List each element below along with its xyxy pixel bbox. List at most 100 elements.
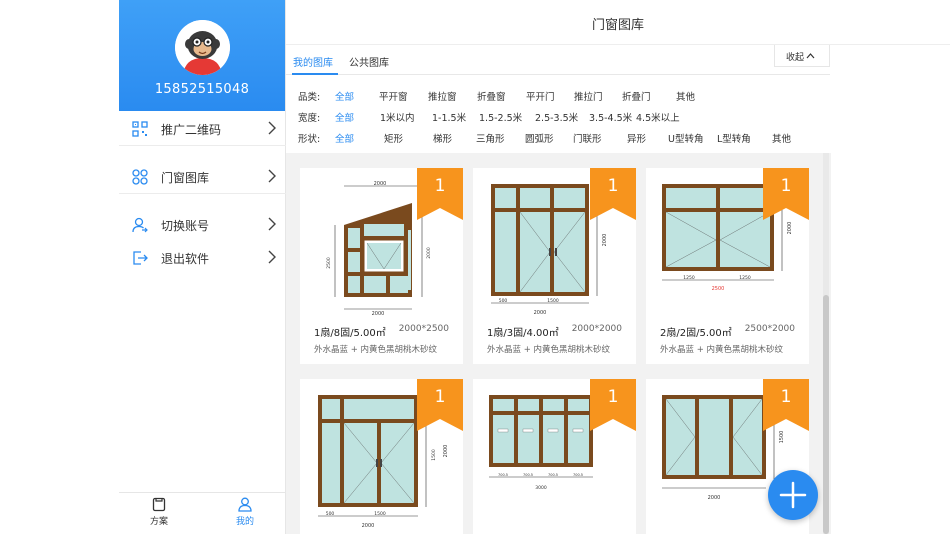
filter-option[interactable]: 门联形 bbox=[573, 131, 602, 145]
gallery-card[interactable]: 1250 1250 2500 2000 1 2扇/2固/5.00㎡ 2500*2… bbox=[646, 168, 809, 364]
filter-option-all[interactable]: 全部 bbox=[335, 110, 354, 124]
filter-option[interactable]: 其他 bbox=[772, 131, 791, 145]
filter-option[interactable]: 圆弧形 bbox=[525, 131, 554, 145]
dim-label: 700.5 bbox=[523, 473, 533, 477]
count-badge: 1 bbox=[417, 379, 463, 431]
filter-option[interactable]: 异形 bbox=[627, 131, 646, 145]
nav-tab-plan[interactable]: 方案 bbox=[129, 497, 189, 527]
qr-code-icon bbox=[132, 121, 148, 137]
dim-label: 500 bbox=[326, 511, 335, 517]
filter-option-all[interactable]: 全部 bbox=[335, 131, 354, 145]
menu-item-logout[interactable]: 退出软件 bbox=[119, 243, 285, 273]
filter-option[interactable]: 梯形 bbox=[433, 131, 452, 145]
dim-label: 2000 bbox=[374, 181, 387, 187]
count-badge-number: 1 bbox=[780, 387, 792, 407]
filter-option[interactable]: 4.5米以上 bbox=[636, 110, 680, 124]
gallery-card[interactable]: 2000 2500 2000 2000 1 1扇/8固/5.00㎡ 2000*2… bbox=[300, 168, 463, 364]
dim-label: 700.5 bbox=[498, 473, 508, 477]
card-size: 2500*2000 bbox=[744, 324, 795, 334]
filter-option[interactable]: 推拉窗 bbox=[428, 89, 457, 103]
gallery-grid: 2000 2500 2000 2000 1 1扇/8固/5.00㎡ 2000*2… bbox=[286, 153, 831, 534]
collapse-button[interactable]: 收起 bbox=[774, 45, 830, 67]
count-badge: 1 bbox=[763, 379, 809, 431]
dim-label: 2500 bbox=[326, 257, 332, 269]
menu-label-logout: 退出软件 bbox=[161, 252, 210, 266]
filter-label-category: 品类: bbox=[298, 92, 321, 103]
phone-number: 15852515048 bbox=[154, 82, 250, 97]
gallery-card[interactable]: 700.5 700.5 700.5 700.5 3000 1 bbox=[473, 379, 636, 534]
dim-label: 2000 bbox=[372, 311, 385, 317]
dim-label: 500 bbox=[499, 298, 508, 304]
card-description: 外水晶蓝 + 内黄色黑胡桃木砂纹 bbox=[660, 345, 784, 355]
nav-label-plan: 方案 bbox=[149, 517, 168, 527]
filter-option[interactable]: U型转角 bbox=[668, 131, 703, 145]
filter-option-all[interactable]: 全部 bbox=[335, 89, 354, 103]
chevron-right-icon bbox=[268, 169, 276, 183]
avatar[interactable] bbox=[175, 20, 230, 75]
dim-label: 2000 bbox=[362, 523, 375, 529]
title-bar: 门窗图库 bbox=[286, 0, 950, 45]
menu-label-qr-code: 推广二维码 bbox=[161, 123, 222, 137]
filter-option[interactable]: 其他 bbox=[676, 89, 695, 103]
tab-my-library[interactable]: 我的图库 bbox=[293, 54, 333, 69]
collapse-label: 收起 bbox=[786, 53, 805, 63]
plus-icon bbox=[779, 481, 807, 509]
menu-item-qr-code[interactable]: 推广二维码 bbox=[119, 114, 285, 144]
card-description: 外水晶蓝 + 内黄色黑胡桃木砂纹 bbox=[314, 345, 438, 355]
dim-label: 2000 bbox=[708, 495, 721, 501]
card-size: 2000*2500 bbox=[398, 324, 449, 334]
gallery-icon bbox=[132, 169, 148, 185]
nav-label-mine: 我的 bbox=[235, 517, 254, 527]
filter-option[interactable]: 1-1.5米 bbox=[432, 110, 466, 124]
gallery-card[interactable]: 500 1500 2000 2000 1 1扇/3固/4.00㎡ 2000*20… bbox=[473, 168, 636, 364]
scrollbar-thumb[interactable] bbox=[823, 295, 829, 534]
chevron-right-icon bbox=[268, 121, 276, 135]
count-badge: 1 bbox=[590, 379, 636, 431]
filter-option[interactable]: 1米以内 bbox=[380, 110, 415, 124]
card-size: 2000*2000 bbox=[571, 324, 622, 334]
gallery-card[interactable]: 500 1500 2000 1500 2000 1 bbox=[300, 379, 463, 534]
filter-option[interactable]: 矩形 bbox=[384, 131, 403, 145]
filter-label-shape: 形状: bbox=[298, 134, 321, 145]
card-description: 外水晶蓝 + 内黄色黑胡桃木砂纹 bbox=[487, 345, 611, 355]
menu-item-switch-account[interactable]: 切换账号 bbox=[119, 210, 285, 240]
logout-icon bbox=[133, 251, 148, 265]
dim-label: 1250 bbox=[739, 275, 751, 281]
dim-label: 1500 bbox=[374, 511, 386, 517]
add-button[interactable] bbox=[768, 470, 818, 520]
active-tab-indicator bbox=[292, 73, 338, 75]
count-badge-number: 1 bbox=[434, 176, 446, 196]
chevron-right-icon bbox=[268, 250, 276, 264]
count-badge: 1 bbox=[763, 168, 809, 220]
dim-label: 2000 bbox=[426, 247, 432, 259]
filter-option[interactable]: 平开窗 bbox=[379, 89, 408, 103]
filter-option[interactable]: 三角形 bbox=[476, 131, 505, 145]
dim-label: 1500 bbox=[547, 298, 559, 304]
filter-option[interactable]: 3.5-4.5米 bbox=[589, 110, 632, 124]
profile-header: 15852515048 bbox=[119, 0, 285, 111]
filter-option[interactable]: 平开门 bbox=[526, 89, 555, 103]
dim-label: 1250 bbox=[683, 275, 695, 281]
count-badge: 1 bbox=[417, 168, 463, 220]
filter-option[interactable]: 折叠门 bbox=[622, 89, 651, 103]
nav-tab-mine[interactable]: 我的 bbox=[215, 497, 275, 527]
dim-label: 2000 bbox=[787, 222, 793, 235]
chevron-up-icon bbox=[806, 53, 815, 59]
filter-option[interactable]: 折叠窗 bbox=[477, 89, 506, 103]
filter-option[interactable]: 1.5-2.5米 bbox=[479, 110, 522, 124]
dim-label: 700.5 bbox=[548, 473, 558, 477]
tab-public-library[interactable]: 公共图库 bbox=[349, 54, 389, 69]
filter-option[interactable]: 推拉门 bbox=[574, 89, 603, 103]
card-title: 1扇/8固/5.00㎡ bbox=[314, 328, 386, 339]
switch-account-icon bbox=[132, 217, 148, 233]
card-title: 1扇/3固/4.00㎡ bbox=[487, 328, 559, 339]
count-badge-number: 1 bbox=[434, 387, 446, 407]
filter-option[interactable]: 2.5-3.5米 bbox=[535, 110, 578, 124]
filter-option[interactable]: L型转角 bbox=[717, 131, 751, 145]
menu-item-gallery[interactable]: 门窗图库 bbox=[119, 162, 285, 192]
filter-label-width: 宽度: bbox=[298, 113, 321, 124]
menu-divider bbox=[119, 193, 286, 194]
page-title: 门窗图库 bbox=[591, 18, 644, 33]
count-badge-number: 1 bbox=[607, 387, 619, 407]
count-badge-number: 1 bbox=[607, 176, 619, 196]
